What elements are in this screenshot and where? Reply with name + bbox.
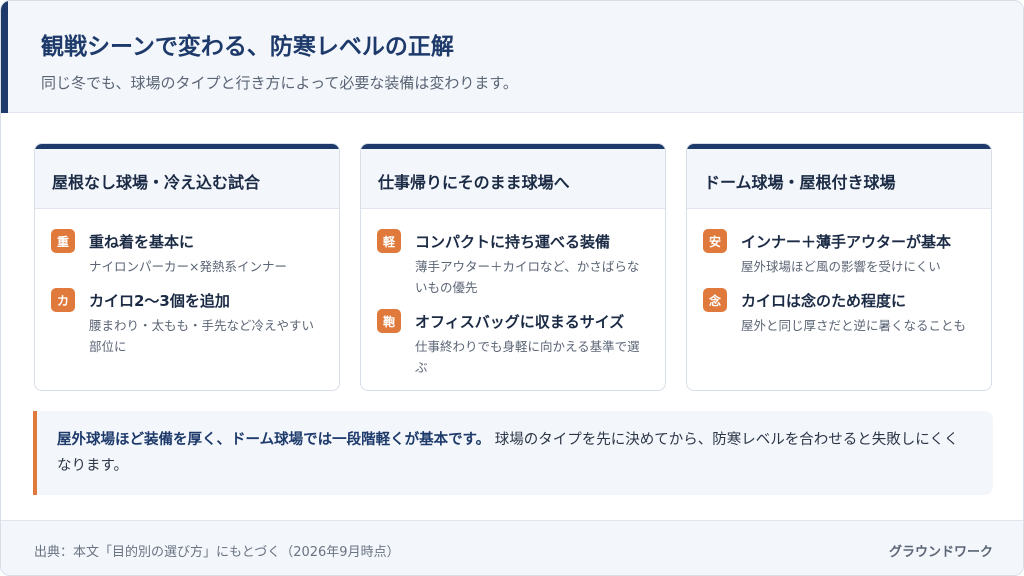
item-description: 屋外と同じ厚さだと逆に暑くなることも bbox=[741, 318, 967, 333]
card-dome: ドーム球場・屋根付き球場 安 インナー＋薄手アウターが基本 屋外球場ほど風の影響… bbox=[686, 143, 992, 391]
badge-icon: 念 bbox=[703, 288, 727, 312]
callout-text: 屋外球場ほど装備を厚く、ドーム球場では一段階軽くが基本です。 球場のタイプを先に… bbox=[57, 427, 971, 479]
infographic-frame: 観戦シーンで変わる、防寒レベルの正解 同じ冬でも、球場のタイプと行き方によって必… bbox=[0, 0, 1024, 576]
badge-icon: 軽 bbox=[377, 229, 401, 253]
item-title: 重ね着を基本に bbox=[89, 233, 195, 251]
summary-callout: 屋外球場ほど装備を厚く、ドーム球場では一段階軽くが基本です。 球場のタイプを先に… bbox=[33, 411, 993, 495]
card-header: 屋根なし球場・冷え込む試合 bbox=[35, 149, 339, 209]
source-note: 出典：本文「目的別の選び方」にもとづく（2026年9月時点） bbox=[34, 545, 400, 560]
badge-icon: 重 bbox=[51, 229, 75, 253]
header-accent-bar bbox=[1, 1, 8, 113]
item-description: 屋外球場ほど風の影響を受けにくい bbox=[741, 259, 941, 274]
badge-icon: 鞄 bbox=[377, 309, 401, 333]
item-title: コンパクトに持ち運べる装備 bbox=[415, 233, 611, 251]
item-description: ナイロンパーカー×発熱系インナー bbox=[89, 259, 287, 274]
item-title: カイロ2〜3個を追加 bbox=[89, 292, 230, 310]
card-outdoor: 屋根なし球場・冷え込む試合 重 重ね着を基本に ナイロンパーカー×発熱系インナー… bbox=[34, 143, 340, 391]
card-title: ドーム球場・屋根付き球場 bbox=[704, 173, 896, 192]
brand-name: グラウンドワーク bbox=[888, 545, 993, 560]
card-title: 仕事帰りにそのまま球場へ bbox=[378, 173, 570, 192]
header: 観戦シーンで変わる、防寒レベルの正解 同じ冬でも、球場のタイプと行き方によって必… bbox=[1, 1, 1023, 113]
badge-icon: 安 bbox=[703, 229, 727, 253]
item-title: カイロは念のため程度に bbox=[741, 292, 907, 310]
page-title: 観戦シーンで変わる、防寒レベルの正解 bbox=[41, 34, 454, 60]
item-title: オフィスバッグに収まるサイズ bbox=[415, 313, 625, 331]
item-description: 仕事終わりでも身軽に向かえる基準で選ぶ bbox=[415, 339, 640, 375]
callout-emphasis: 屋外球場ほど装備を厚く、ドーム球場では一段階軽くが基本です。 bbox=[57, 432, 491, 448]
card-after-work: 仕事帰りにそのまま球場へ 軽 コンパクトに持ち運べる装備 薄手アウター＋カイロな… bbox=[360, 143, 666, 391]
item-title: インナー＋薄手アウターが基本 bbox=[741, 233, 952, 251]
item-description: 腰まわり・太もも・手先など冷えやすい部位に bbox=[89, 318, 315, 354]
card-header: ドーム球場・屋根付き球場 bbox=[687, 149, 991, 209]
card-title: 屋根なし球場・冷え込む試合 bbox=[52, 173, 261, 192]
badge-icon: カ bbox=[51, 288, 75, 312]
card-header: 仕事帰りにそのまま球場へ bbox=[361, 149, 665, 209]
page-subtitle: 同じ冬でも、球場のタイプと行き方によって必要な装備は変わります。 bbox=[41, 74, 518, 92]
item-description: 薄手アウター＋カイロなど、かさばらないもの優先 bbox=[415, 259, 640, 295]
footer: 出典：本文「目的別の選び方」にもとづく（2026年9月時点） グラウンドワーク bbox=[1, 520, 1023, 575]
